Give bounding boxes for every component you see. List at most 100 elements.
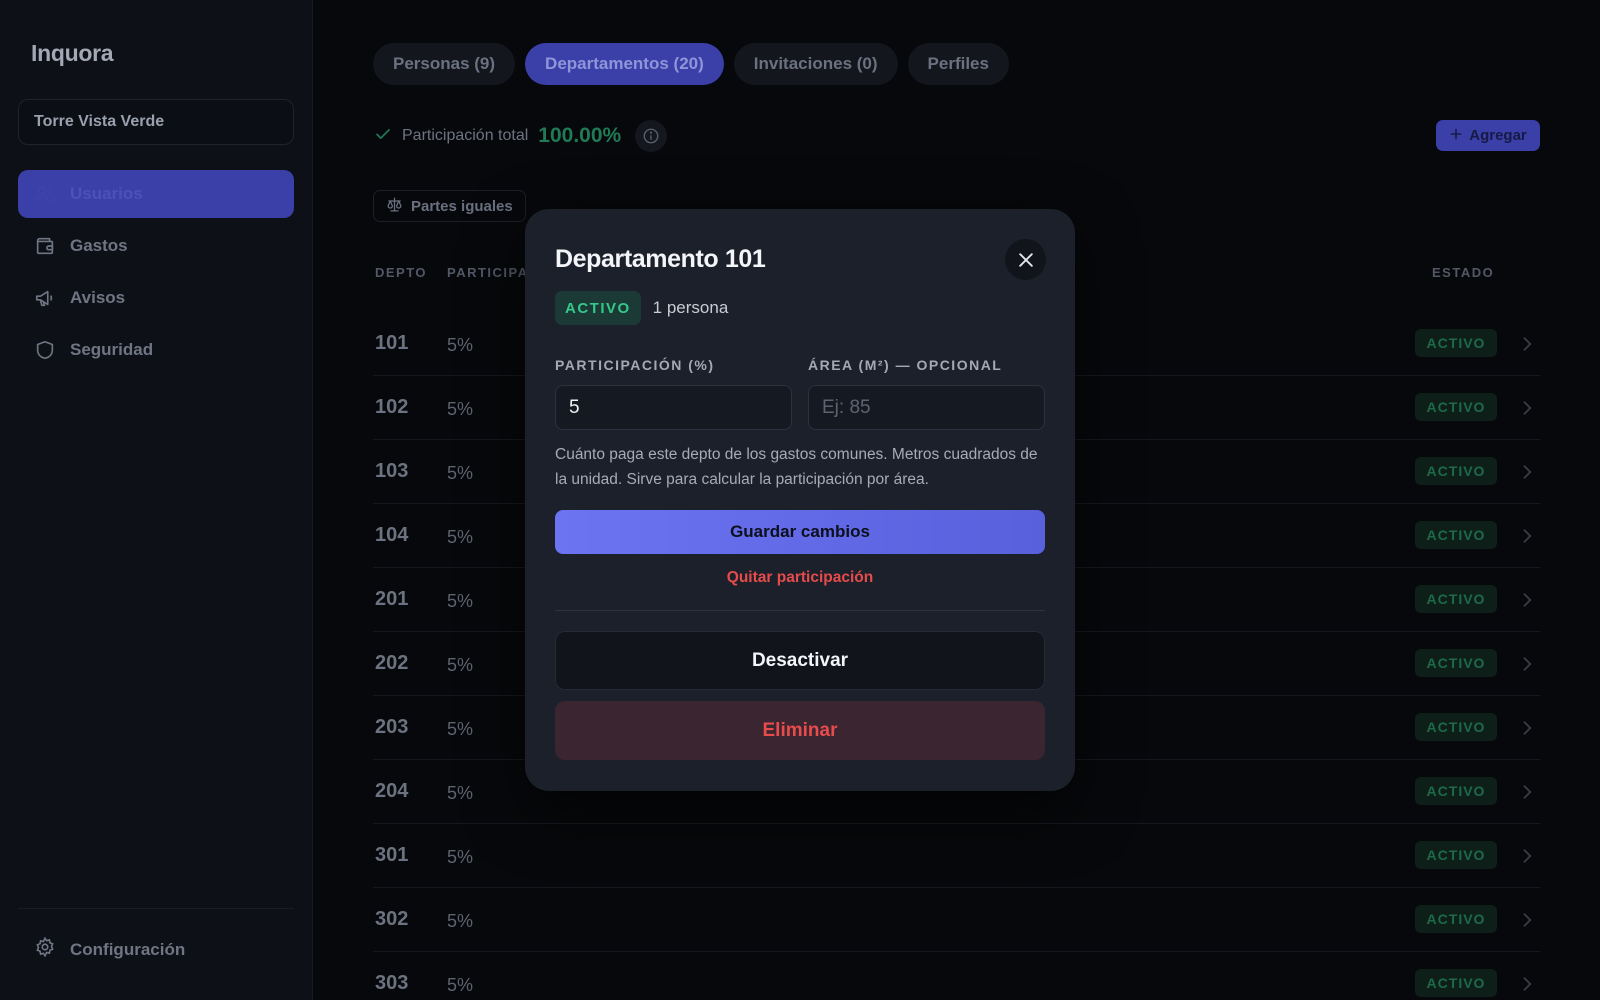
- row-depto: 102: [375, 396, 409, 418]
- row-depto: 201: [375, 588, 409, 610]
- chevron-right-icon: [1523, 849, 1532, 863]
- row-depto: 203: [375, 716, 409, 738]
- sidebar-item-gastos[interactable]: Gastos: [18, 222, 294, 270]
- participation-total-label: Participación total: [402, 127, 529, 144]
- info-icon: [643, 128, 659, 144]
- building-selector[interactable]: Torre Vista Verde: [18, 99, 294, 145]
- brand-logo: Inquora: [31, 40, 114, 66]
- sidebar-nav: Usuarios Gastos Avisos Seguridad: [18, 170, 294, 378]
- info-button[interactable]: [635, 120, 668, 152]
- modal-title: Departamento 101: [555, 245, 766, 273]
- status-badge: ACTIVO: [1415, 713, 1497, 741]
- participation-input[interactable]: 5: [555, 385, 792, 430]
- residents-count: 1 persona: [652, 298, 729, 317]
- tab-personas[interactable]: Personas (9): [373, 43, 516, 85]
- row-participation: 5%: [447, 399, 474, 419]
- tab-departamentos[interactable]: Departamentos (20): [525, 43, 724, 85]
- modal-status-row: ACTIVO 1 persona: [555, 291, 728, 325]
- sidebar-item-label: Avisos: [70, 288, 126, 307]
- tab-perfiles[interactable]: Perfiles: [907, 43, 1009, 85]
- row-participation: 5%: [447, 335, 474, 355]
- wallet-icon: [34, 235, 56, 257]
- sidebar-divider: [18, 908, 294, 909]
- chevron-right-icon: [1523, 913, 1532, 927]
- users-icon: [34, 183, 56, 205]
- row-participation: 5%: [447, 463, 474, 483]
- column-header-participacion: PARTICIPA: [447, 265, 529, 280]
- status-badge: ACTIVO: [1415, 457, 1497, 485]
- chevron-right-icon: [1523, 529, 1532, 543]
- status-badge: ACTIVO: [1415, 393, 1497, 421]
- sidebar-item-usuarios[interactable]: Usuarios: [18, 170, 294, 218]
- tab-bar: Personas (9) Departamentos (20) Invitaci…: [373, 43, 1009, 85]
- check-icon: [374, 125, 392, 148]
- megaphone-icon: [34, 287, 56, 309]
- scale-icon: [386, 196, 403, 217]
- row-depto: 101: [375, 332, 409, 354]
- status-badge: ACTIVO: [1415, 329, 1497, 357]
- delete-button[interactable]: Eliminar: [555, 701, 1045, 760]
- add-button-label: Agregar: [1469, 127, 1527, 144]
- row-participation: 5%: [447, 719, 474, 739]
- gear-icon: [34, 936, 56, 963]
- table-row[interactable]: 301 5% ACTIVO: [373, 824, 1540, 888]
- area-field-label: ÁREA (M²) — OPCIONAL: [808, 357, 1003, 373]
- row-depto: 204: [375, 780, 409, 802]
- status-badge: ACTIVO: [1415, 521, 1497, 549]
- table-row[interactable]: 303 5% ACTIVO: [373, 952, 1540, 1000]
- row-depto: 303: [375, 972, 409, 994]
- sidebar-item-label: Gastos: [70, 236, 128, 255]
- row-depto: 302: [375, 908, 409, 930]
- config-label: Configuración: [70, 939, 186, 959]
- table-row[interactable]: 302 5% ACTIVO: [373, 888, 1540, 952]
- equal-parts-button[interactable]: Partes iguales: [373, 190, 526, 222]
- status-badge: ACTIVO: [1415, 649, 1497, 677]
- row-participation: 5%: [447, 591, 474, 611]
- row-participation: 5%: [447, 847, 474, 867]
- chevron-right-icon: [1523, 721, 1532, 735]
- status-badge: ACTIVO: [1415, 969, 1497, 997]
- row-participation: 5%: [447, 975, 474, 995]
- sidebar-item-label: Seguridad: [70, 340, 154, 359]
- sidebar-item-seguridad[interactable]: Seguridad: [18, 326, 294, 374]
- shield-icon: [34, 339, 56, 361]
- chevron-right-icon: [1523, 401, 1532, 415]
- chevron-right-icon: [1523, 593, 1532, 607]
- row-depto: 103: [375, 460, 409, 482]
- row-participation: 5%: [447, 783, 474, 803]
- tab-invitaciones[interactable]: Invitaciones (0): [733, 43, 898, 85]
- sidebar-item-label: Usuarios: [70, 184, 143, 203]
- sidebar-item-configuracion[interactable]: Configuración: [34, 936, 185, 963]
- sidebar-item-avisos[interactable]: Avisos: [18, 274, 294, 322]
- participation-field-label: PARTICIPACIÓN (%): [555, 357, 715, 373]
- equal-parts-label: Partes iguales: [411, 197, 513, 215]
- area-input[interactable]: Ej: 85: [808, 385, 1045, 430]
- remove-participation-link[interactable]: Quitar participación: [555, 569, 1045, 587]
- close-button[interactable]: [1005, 239, 1046, 280]
- department-modal: Departamento 101 ACTIVO 1 persona PARTIC…: [525, 209, 1075, 791]
- close-icon: [1018, 252, 1033, 267]
- status-badge: ACTIVO: [1415, 777, 1497, 805]
- row-depto: 202: [375, 652, 409, 674]
- add-button[interactable]: Agregar: [1436, 120, 1540, 151]
- status-badge: ACTIVO: [1415, 905, 1497, 933]
- row-participation: 5%: [447, 527, 474, 547]
- field-hint: Cuánto paga este depto de los gastos com…: [555, 446, 1038, 488]
- chevron-right-icon: [1523, 785, 1532, 799]
- chevron-right-icon: [1523, 465, 1532, 479]
- participation-total-value: 100.00%: [538, 124, 622, 147]
- row-depto: 301: [375, 844, 409, 866]
- sidebar: Inquora Torre Vista Verde Usuarios Gasto…: [0, 0, 313, 1000]
- deactivate-button[interactable]: Desactivar: [555, 631, 1045, 690]
- chevron-right-icon: [1523, 977, 1532, 991]
- status-badge: ACTIVO: [555, 291, 641, 325]
- chevron-right-icon: [1523, 657, 1532, 671]
- row-participation: 5%: [447, 655, 474, 675]
- save-button[interactable]: Guardar cambios: [555, 510, 1045, 554]
- column-header-depto: DEPTO: [375, 265, 428, 280]
- chevron-right-icon: [1523, 337, 1532, 351]
- status-badge: ACTIVO: [1415, 841, 1497, 869]
- column-header-estado: ESTADO: [1432, 265, 1495, 280]
- row-participation: 5%: [447, 911, 474, 931]
- plus-icon: [1449, 127, 1463, 145]
